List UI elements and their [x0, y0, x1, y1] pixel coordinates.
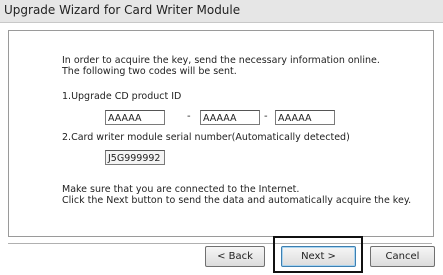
- serial-number-field: J5G999992: [105, 150, 165, 165]
- serial-number-label: 2.Card writer module serial number(Autom…: [62, 132, 350, 143]
- intro-text-line2: The following two codes will be sent.: [62, 66, 237, 77]
- product-id-label: 1.Upgrade CD product ID: [62, 91, 182, 102]
- back-button[interactable]: < Back: [205, 246, 265, 267]
- window-title: Upgrade Wizard for Card Writer Module: [4, 3, 241, 17]
- product-id-separator-2: -: [264, 111, 268, 122]
- product-id-separator-1: -: [187, 111, 191, 122]
- button-separator: [8, 243, 432, 244]
- title-bar: Upgrade Wizard for Card Writer Module: [0, 0, 443, 23]
- product-id-field-3[interactable]: AAAAA: [275, 110, 335, 125]
- footer-text-line2: Click the Next button to send the data a…: [62, 195, 412, 206]
- cancel-button[interactable]: Cancel: [370, 246, 435, 267]
- footer-text-line1: Make sure that you are connected to the …: [62, 184, 300, 195]
- intro-text-line1: In order to acquire the key, send the ne…: [62, 55, 380, 66]
- wizard-window: Upgrade Wizard for Card Writer Module In…: [0, 0, 443, 275]
- next-button-highlight: [273, 236, 363, 273]
- product-id-field-2[interactable]: AAAAA: [200, 110, 260, 125]
- product-id-field-1[interactable]: AAAAA: [105, 110, 165, 125]
